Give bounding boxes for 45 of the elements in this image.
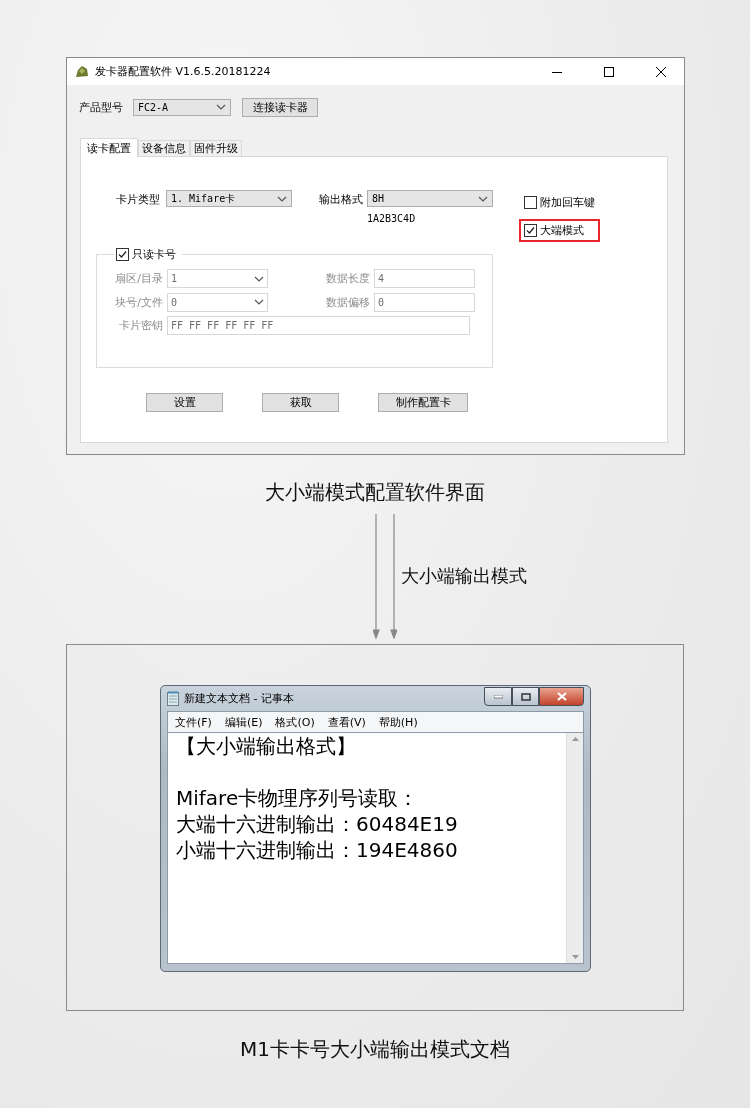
checkbox[interactable]: [116, 247, 129, 261]
checkbox-label: 附加回车键: [540, 195, 595, 210]
minimize-icon[interactable]: [484, 687, 512, 706]
close-icon[interactable]: [539, 687, 584, 706]
field-label: 数据长度: [325, 271, 371, 287]
app-icon: [75, 65, 89, 78]
text-line: 【大小端输出格式】: [176, 733, 356, 759]
field-label: 产品型号: [79, 99, 123, 115]
menu-item[interactable]: 帮助(H): [378, 714, 418, 730]
checkbox[interactable]: [524, 196, 537, 209]
menu-item[interactable]: 查看(V): [327, 714, 366, 730]
maximize-icon[interactable]: [512, 687, 539, 706]
dropdown[interactable]: FC2-A: [133, 98, 231, 116]
field-label: 块号/文件: [114, 294, 164, 310]
tab[interactable]: 固件升级: [190, 140, 242, 156]
dropdown[interactable]: 1. Mifare卡: [166, 190, 292, 207]
field-label: 数据偏移: [325, 294, 371, 310]
field-label: 卡片密钥: [118, 318, 164, 334]
arrow-label: 大小端输出模式: [401, 564, 527, 588]
notepad-icon: [167, 691, 179, 706]
action-button[interactable]: 设置: [146, 393, 223, 412]
menu-item[interactable]: 文件(F): [175, 714, 212, 730]
text-line: 大端十六进制输出：60484E19: [176, 811, 458, 837]
menu-item[interactable]: 编辑(E): [224, 714, 263, 730]
text-line: 小端十六进制输出：194E4860: [176, 837, 458, 863]
caption: M1卡卡号大小端输出模式文档: [240, 1036, 510, 1063]
field-label: 扇区/目录: [114, 271, 164, 287]
tab[interactable]: 设备信息: [138, 140, 190, 156]
action-button[interactable]: 获取: [262, 393, 339, 412]
tab[interactable]: 读卡配置: [80, 138, 138, 157]
action-button[interactable]: 制作配置卡: [378, 393, 468, 412]
caption: 大小端模式配置软件界面: [265, 479, 485, 506]
field-label: 输出格式: [319, 192, 363, 207]
dropdown[interactable]: 8H: [367, 190, 493, 207]
checkbox-label: 只读卡号: [132, 246, 176, 262]
field-label: 卡片类型: [116, 192, 160, 207]
text-line: Mifare卡物理序列号读取：: [176, 785, 419, 811]
format-example: 1A2B3C4D: [367, 213, 417, 224]
menu-item[interactable]: 格式(O): [275, 714, 315, 730]
window-title: 新建文本文档 - 记事本: [184, 691, 295, 706]
double-arrow-icon: [373, 513, 397, 639]
checkbox[interactable]: [524, 224, 537, 237]
checkbox-label: 大端模式: [540, 223, 584, 238]
connect-button[interactable]: 连接读卡器: [242, 97, 318, 117]
window-title: 发卡器配置软件 V1.6.5.20181224: [95, 64, 272, 79]
